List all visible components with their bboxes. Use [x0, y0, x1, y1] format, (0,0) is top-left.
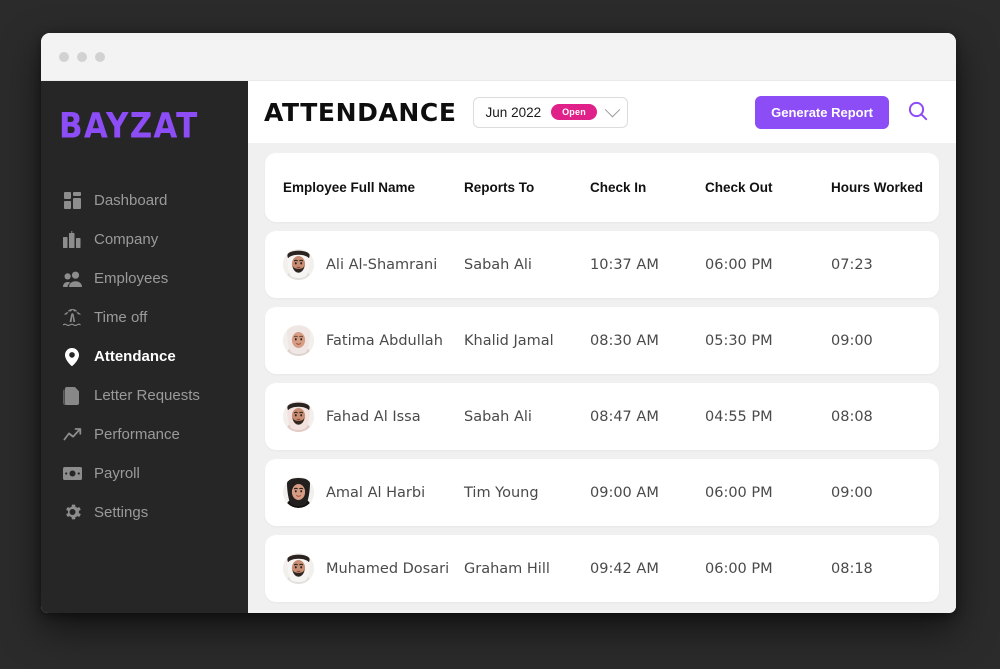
- buildings-icon: [61, 231, 83, 249]
- employee-name-cell: Muhamed Dosari: [283, 553, 464, 584]
- sidebar-item-settings[interactable]: Settings: [41, 493, 248, 532]
- location-pin-icon: [61, 347, 83, 366]
- palm-tree-icon: [61, 309, 83, 327]
- status-badge: Open: [551, 104, 597, 120]
- window-titlebar: [41, 33, 956, 81]
- sidebar-item-company[interactable]: Company: [41, 220, 248, 259]
- search-button[interactable]: [905, 99, 931, 125]
- avatar: [283, 477, 314, 508]
- sidebar: BAYZAT Dashboard Company Employees Time off…: [41, 81, 248, 613]
- sidebar-item-payroll[interactable]: Payroll: [41, 454, 248, 493]
- sidebar-item-label: Company: [94, 231, 159, 248]
- check-in-cell: 10:37 AM: [590, 256, 659, 273]
- check-in-cell: 08:47 AM: [590, 408, 659, 425]
- employee-name-cell: Ali Al-Shamrani: [283, 249, 464, 280]
- table-row[interactable]: Fatima Abdullah Khalid Jamal 08:30 AM 05:30…: [265, 307, 939, 374]
- table-header-row: Employee Full Name Reports To Check In Chec…: [265, 153, 939, 222]
- hours-worked-cell: 09:00: [831, 332, 873, 349]
- app-window: BAYZAT Dashboard Company Employees Time off…: [41, 33, 956, 613]
- hours-worked-cell: 07:23: [831, 256, 873, 273]
- sidebar-item-label: Letter Requests: [94, 387, 200, 404]
- avatar: [283, 553, 314, 584]
- column-header: Reports To: [464, 180, 535, 195]
- bayzat-logo[interactable]: BAYZAT: [41, 95, 248, 146]
- sidebar-item-label: Attendance: [94, 348, 176, 365]
- sidebar-item-employees[interactable]: Employees: [41, 259, 248, 298]
- sidebar-item-dashboard[interactable]: Dashboard: [41, 181, 248, 220]
- reports-to-cell: Graham Hill: [464, 560, 550, 577]
- sidebar-item-label: Time off: [94, 309, 148, 326]
- window-dot-maximize[interactable]: [95, 51, 105, 62]
- people-icon: [61, 270, 83, 288]
- table-row[interactable]: Amal Al Harbi Tim Young 09:00 AM 06:00 PM 09…: [265, 459, 939, 526]
- employee-name: Fatima Abdullah: [326, 332, 443, 349]
- chevron-down-icon: [604, 101, 621, 117]
- table-row[interactable]: Fahad Al Issa Sabah Ali 08:47 AM 04:55 PM 08…: [265, 383, 939, 450]
- column-header: Check In: [590, 180, 647, 195]
- avatar: [283, 325, 314, 356]
- column-header: Employee Full Name: [283, 180, 416, 195]
- reports-to-cell: Sabah Ali: [464, 256, 532, 273]
- gear-icon: [61, 504, 83, 522]
- check-in-cell: 09:00 AM: [590, 484, 659, 501]
- reports-to-cell: Sabah Ali: [464, 408, 532, 425]
- check-out-cell: 05:30 PM: [705, 332, 773, 349]
- trend-up-icon: [61, 426, 83, 444]
- hours-worked-cell: 09:00: [831, 484, 873, 501]
- search-icon: [907, 100, 929, 125]
- generate-report-button[interactable]: Generate Report: [755, 95, 889, 129]
- check-in-cell: 08:30 AM: [590, 332, 659, 349]
- sidebar-item-letter-requests[interactable]: Letter Requests: [41, 376, 248, 415]
- main-content: ATTENDANCE Jun 2022 Open Generate Report: [248, 81, 956, 613]
- sidebar-item-label: Settings: [94, 504, 149, 521]
- check-out-cell: 06:00 PM: [705, 484, 773, 501]
- sidebar-item-performance[interactable]: Performance: [41, 415, 248, 454]
- employee-name: Ali Al-Shamrani: [326, 256, 438, 273]
- hours-worked-cell: 08:18: [831, 560, 873, 577]
- check-out-cell: 06:00 PM: [705, 256, 773, 273]
- period-selector[interactable]: Jun 2022 Open: [472, 96, 628, 128]
- employee-name-cell: Fatima Abdullah: [283, 325, 464, 356]
- hours-worked-cell: 08:08: [831, 408, 873, 425]
- check-in-cell: 09:42 AM: [590, 560, 659, 577]
- sidebar-item-label: Performance: [94, 426, 180, 443]
- period-label: Jun 2022: [485, 104, 542, 120]
- employee-name: Amal Al Harbi: [326, 484, 426, 501]
- employee-name: Muhamed Dosari: [326, 560, 450, 577]
- employee-name-cell: Amal Al Harbi: [283, 477, 464, 508]
- page-header: ATTENDANCE Jun 2022 Open Generate Report: [248, 81, 956, 143]
- window-dot-close[interactable]: [59, 51, 69, 62]
- window-dot-minimize[interactable]: [77, 51, 87, 62]
- attendance-table: Employee Full Name Reports To Check In Chec…: [248, 143, 956, 611]
- sidebar-item-time-off[interactable]: Time off: [41, 298, 248, 337]
- sidebar-item-attendance[interactable]: Attendance: [41, 337, 248, 376]
- sidebar-item-label: Dashboard: [94, 192, 168, 209]
- grid-icon: [61, 192, 83, 210]
- check-out-cell: 06:00 PM: [705, 560, 773, 577]
- avatar: [283, 401, 314, 432]
- page-title: ATTENDANCE: [264, 97, 457, 127]
- employee-name: Fahad Al Issa: [326, 408, 421, 425]
- banknote-icon: [61, 465, 83, 483]
- avatar: [283, 249, 314, 280]
- column-header: Hours Worked: [831, 180, 924, 195]
- documents-icon: [61, 386, 83, 405]
- sidebar-item-label: Employees: [94, 270, 169, 287]
- sidebar-nav: Dashboard Company Employees Time off Attenda…: [41, 181, 248, 532]
- employee-name-cell: Fahad Al Issa: [283, 401, 464, 432]
- app-body: BAYZAT Dashboard Company Employees Time off…: [41, 81, 956, 613]
- sidebar-item-label: Payroll: [94, 465, 140, 482]
- reports-to-cell: Tim Young: [464, 484, 539, 501]
- table-row[interactable]: Muhamed Dosari Graham Hill 09:42 AM 06:00 P…: [265, 535, 939, 602]
- reports-to-cell: Khalid Jamal: [464, 332, 554, 349]
- check-out-cell: 04:55 PM: [705, 408, 773, 425]
- table-row[interactable]: Ali Al-Shamrani Sabah Ali 10:37 AM 06:00 PM…: [265, 231, 939, 298]
- column-header: Check Out: [705, 180, 773, 195]
